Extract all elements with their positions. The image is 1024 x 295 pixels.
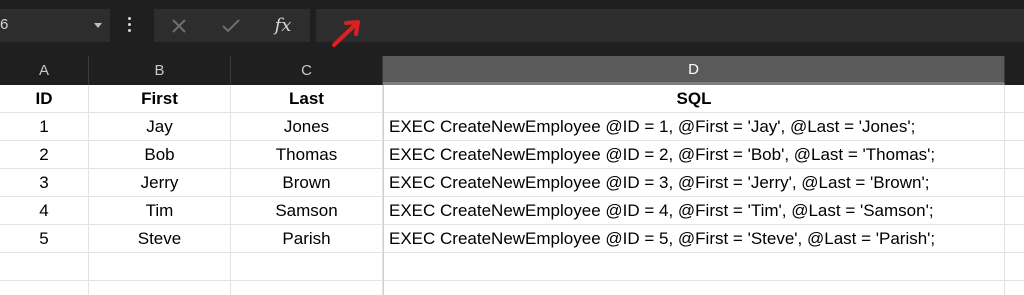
empty-cell[interactable] bbox=[231, 281, 383, 295]
table-row: 4 Tim Samson EXEC CreateNewEmployee @ID … bbox=[0, 197, 1024, 225]
close-icon[interactable] bbox=[166, 9, 192, 42]
cell-header-first[interactable]: First bbox=[89, 85, 231, 113]
cell-first[interactable]: Tim bbox=[89, 197, 231, 225]
red-arrow-icon bbox=[332, 20, 360, 47]
check-icon[interactable] bbox=[218, 9, 244, 42]
cell-last[interactable]: Jones bbox=[231, 113, 383, 141]
spreadsheet-grid: ID First Last SQL 1 Jay Jones EXEC Creat… bbox=[0, 85, 1024, 295]
cell-first[interactable]: Jay bbox=[89, 113, 231, 141]
empty-cell[interactable] bbox=[0, 281, 89, 295]
formula-input[interactable] bbox=[316, 9, 1024, 42]
cell-sql[interactable]: EXEC CreateNewEmployee @ID = 1, @First =… bbox=[383, 113, 1005, 141]
empty-cell[interactable] bbox=[231, 253, 383, 281]
cell-id[interactable]: 3 bbox=[0, 169, 89, 197]
cell-first[interactable]: Jerry bbox=[89, 169, 231, 197]
cell-id[interactable]: 1 bbox=[0, 113, 89, 141]
table-row: 5 Steve Parish EXEC CreateNewEmployee @I… bbox=[0, 225, 1024, 253]
cell-sql[interactable]: EXEC CreateNewEmployee @ID = 3, @First =… bbox=[383, 169, 1005, 197]
empty-cell[interactable] bbox=[0, 253, 89, 281]
name-box-value: 6 bbox=[0, 16, 9, 33]
cell-header-id[interactable]: ID bbox=[0, 85, 89, 113]
cell-first[interactable]: Steve bbox=[89, 225, 231, 253]
name-box[interactable]: 6 bbox=[0, 9, 110, 42]
cell-first[interactable]: Bob bbox=[89, 141, 231, 169]
cell-header-sql[interactable]: SQL bbox=[383, 85, 1005, 113]
cell-id[interactable]: 5 bbox=[0, 225, 89, 253]
empty-cell[interactable] bbox=[89, 253, 231, 281]
table-row: ID First Last SQL bbox=[0, 85, 1024, 113]
cell-last[interactable]: Samson bbox=[231, 197, 383, 225]
column-header-bar: A B C D bbox=[0, 56, 1024, 85]
column-header-c[interactable]: C bbox=[231, 56, 383, 85]
cell-sql[interactable]: EXEC CreateNewEmployee @ID = 2, @First =… bbox=[383, 141, 1005, 169]
column-header-b[interactable]: B bbox=[89, 56, 231, 85]
cell-sql[interactable]: EXEC CreateNewEmployee @ID = 5, @First =… bbox=[383, 225, 1005, 253]
column-header-d[interactable]: D bbox=[383, 56, 1005, 85]
table-row bbox=[0, 253, 1024, 281]
fx-icon[interactable]: fx bbox=[268, 9, 298, 42]
cell-id[interactable]: 2 bbox=[0, 141, 89, 169]
cell-id[interactable]: 4 bbox=[0, 197, 89, 225]
cell-last[interactable]: Parish bbox=[231, 225, 383, 253]
cell-header-last[interactable]: Last bbox=[231, 85, 383, 113]
table-row bbox=[0, 281, 1024, 295]
cell-sql[interactable]: EXEC CreateNewEmployee @ID = 4, @First =… bbox=[383, 197, 1005, 225]
table-row: 1 Jay Jones EXEC CreateNewEmployee @ID =… bbox=[0, 113, 1024, 141]
table-row: 2 Bob Thomas EXEC CreateNewEmployee @ID … bbox=[0, 141, 1024, 169]
cell-last[interactable]: Brown bbox=[231, 169, 383, 197]
table-row: 3 Jerry Brown EXEC CreateNewEmployee @ID… bbox=[0, 169, 1024, 197]
empty-cell[interactable] bbox=[89, 281, 231, 295]
formula-bar: 6 fx bbox=[0, 0, 1024, 56]
empty-cell[interactable] bbox=[383, 253, 1005, 281]
column-header-a[interactable]: A bbox=[0, 56, 89, 85]
formula-actions: fx bbox=[154, 9, 310, 42]
cell-last[interactable]: Thomas bbox=[231, 141, 383, 169]
vertical-ellipsis-icon[interactable] bbox=[128, 17, 132, 35]
chevron-down-icon[interactable] bbox=[94, 23, 102, 28]
empty-cell[interactable] bbox=[383, 281, 1005, 295]
